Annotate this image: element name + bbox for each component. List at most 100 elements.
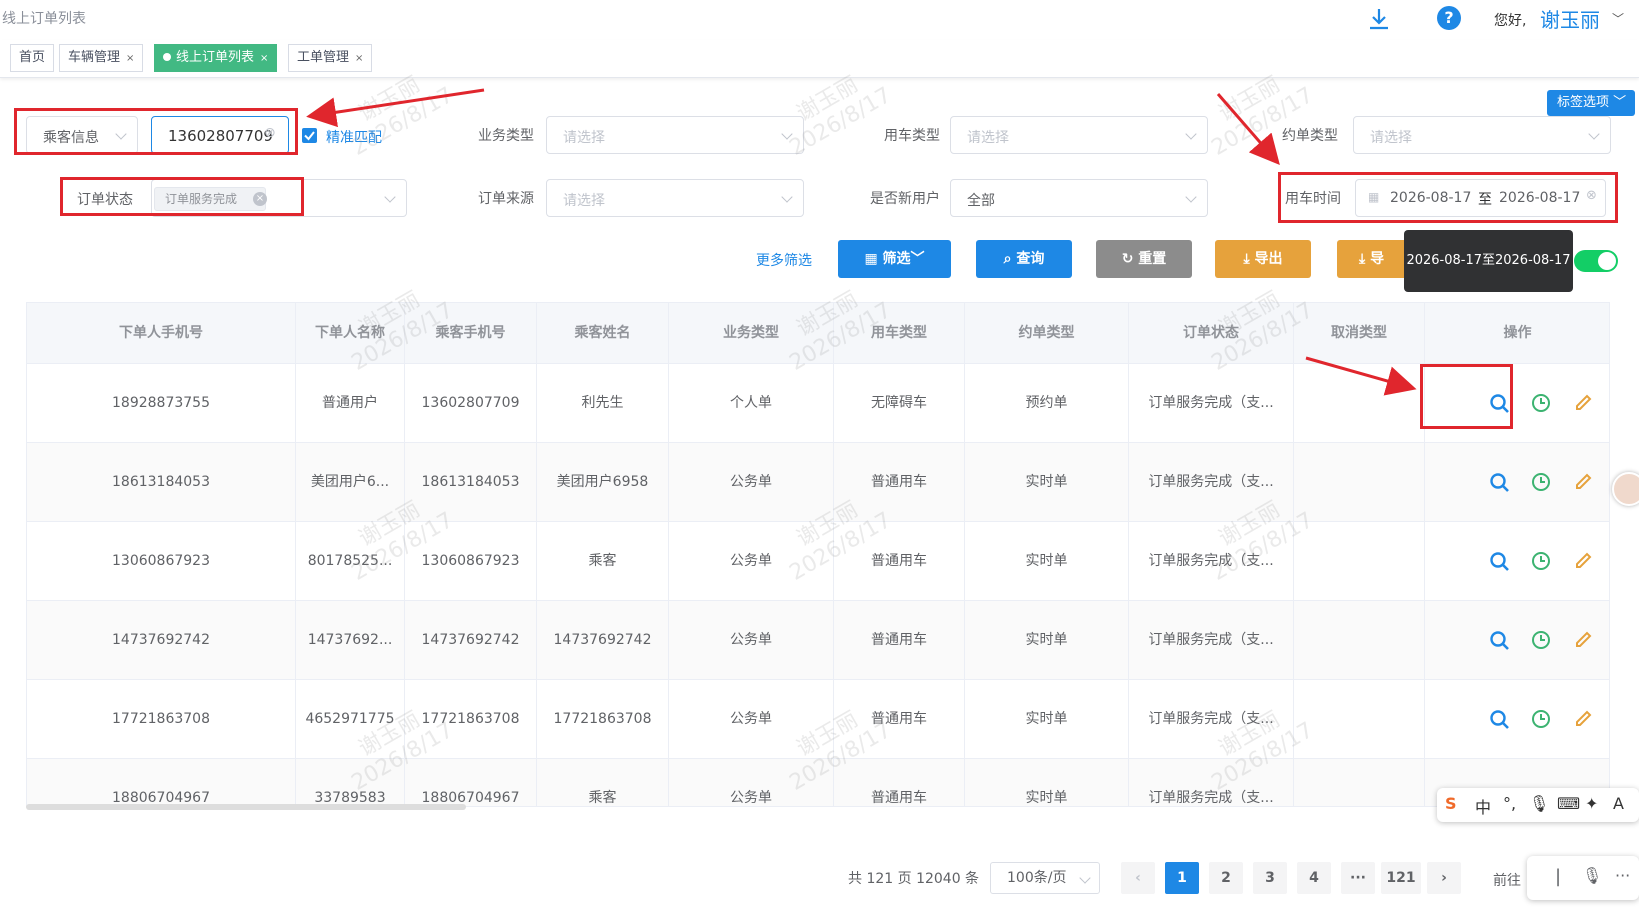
horizontal-scrollbar[interactable]	[26, 804, 466, 810]
search-icon[interactable]	[1488, 550, 1510, 572]
toggle-switch[interactable]	[1574, 250, 1618, 272]
column-header[interactable]: 业务类型	[669, 303, 834, 363]
exact-match-label[interactable]: 精准匹配	[326, 127, 382, 147]
table-row[interactable]: 18806704967 33789583 18806704967 乘客 公务单 普通用车实…	[27, 758, 1609, 806]
tab-label: 线上订单列表	[176, 50, 255, 65]
chevron-down-icon[interactable]: ﹀	[1612, 10, 1624, 27]
page-number-button[interactable]: 3	[1253, 862, 1287, 894]
more-filter-link[interactable]: 更多筛选	[756, 250, 812, 270]
page-number-button[interactable]: 1	[1165, 862, 1199, 894]
microphone-icon[interactable]: 🎙	[1582, 866, 1602, 885]
keyboard-icon[interactable]: ⌨	[1557, 794, 1580, 813]
more-icon[interactable]: ···	[1615, 866, 1630, 885]
filter-button[interactable]: ▦ 筛选﹀	[838, 240, 951, 278]
page-size-select[interactable]: 100条/页	[990, 862, 1100, 894]
select-placeholder: 请选择	[967, 130, 1009, 146]
refresh-icon: ↻	[1121, 251, 1134, 267]
next-page-button[interactable]: ›	[1427, 862, 1461, 894]
search-icon[interactable]	[1488, 629, 1510, 651]
more-icon[interactable]: A	[1613, 794, 1624, 813]
voice-input-bar[interactable]: | 🎙 ···	[1527, 856, 1639, 900]
business-type-select[interactable]: 请选择	[546, 116, 804, 154]
chevron-down-icon: ﹀	[1613, 95, 1627, 110]
column-header[interactable]: 乘客手机号	[405, 303, 537, 363]
clock-icon[interactable]	[1530, 471, 1552, 493]
close-icon[interactable]: ×	[260, 53, 268, 64]
column-header[interactable]: 下单人名称	[296, 303, 405, 363]
page-ellipsis[interactable]: ···	[1341, 862, 1375, 894]
close-icon[interactable]: ×	[355, 53, 363, 64]
prev-page-button[interactable]: ‹	[1121, 862, 1155, 894]
goto-label: 前往	[1493, 873, 1521, 889]
edit-icon[interactable]	[1572, 471, 1594, 493]
ime-toolbar[interactable]: S 中 °, 🎙 ⌨ ✦ A	[1437, 788, 1639, 822]
clock-icon[interactable]	[1530, 708, 1552, 730]
tab-vehicle[interactable]: 车辆管理 ×	[59, 44, 144, 72]
export-button[interactable]: ⤓ 导出	[1215, 240, 1311, 278]
tab-work-orders[interactable]: 工单管理 ×	[288, 44, 373, 72]
table-cell: 订单服务完成（支...	[1129, 759, 1294, 806]
assistant-avatar[interactable]	[1612, 472, 1639, 506]
grid-icon: ▦	[864, 251, 878, 267]
page-number-button[interactable]: 121	[1381, 862, 1421, 894]
table-row[interactable]: 18928873755 普通用户 13602807709 利先生 个人单 无障碍车 预约单订…	[27, 363, 1609, 443]
close-icon[interactable]: ×	[126, 53, 134, 64]
column-header[interactable]: 乘客姓名	[537, 303, 669, 363]
clock-icon[interactable]	[1530, 550, 1552, 572]
microphone-icon[interactable]: 🎙	[1529, 794, 1549, 813]
page-number-button[interactable]: 2	[1209, 862, 1243, 894]
tab-options-button[interactable]: 标签选项 ﹀	[1547, 90, 1635, 116]
table-header: 下单人手机号 下单人名称 乘客手机号 乘客姓名 业务类型 用车类型 约单类型 订…	[27, 303, 1609, 363]
row-actions	[1425, 443, 1609, 522]
edit-icon[interactable]	[1572, 550, 1594, 572]
table-cell: 普通用车	[834, 522, 965, 601]
table-cell	[1294, 601, 1425, 680]
booking-type-select[interactable]: 请选择	[1353, 116, 1611, 154]
table-row[interactable]: 14737692742 14737692... 14737692742 1473769…	[27, 600, 1609, 680]
ime-chinese-mode[interactable]: 中	[1475, 794, 1491, 818]
page-number-button[interactable]: 4	[1297, 862, 1331, 894]
button-label: 导出	[1254, 251, 1283, 267]
column-header[interactable]: 用车类型	[834, 303, 965, 363]
order-source-label: 订单来源	[478, 191, 534, 207]
help-icon[interactable]: ?	[1437, 6, 1461, 30]
table-cell: 公务单	[669, 680, 834, 759]
table-row[interactable]: 18613184053 美团用户6... 18613184053 美团用户6958 公务…	[27, 442, 1609, 522]
reset-button[interactable]: ↻ 重置	[1096, 240, 1192, 278]
edit-icon[interactable]	[1572, 708, 1594, 730]
ime-punct-mode[interactable]: °,	[1503, 794, 1516, 813]
annotation-box	[60, 177, 304, 216]
car-type-select[interactable]: 请选择	[950, 116, 1208, 154]
download-icon[interactable]	[1366, 6, 1392, 32]
table-cell: 14737692742	[405, 601, 537, 680]
skin-icon[interactable]: ✦	[1585, 794, 1598, 813]
select-placeholder: 请选择	[1370, 130, 1412, 146]
tab-online-orders[interactable]: 线上订单列表 ×	[154, 44, 278, 72]
search-icon[interactable]	[1488, 708, 1510, 730]
column-header[interactable]: 约单类型	[965, 303, 1129, 363]
search-icon[interactable]	[1488, 471, 1510, 493]
table-cell: 无障碍车	[834, 364, 965, 443]
tab-home[interactable]: 首页	[10, 44, 55, 72]
edit-icon[interactable]	[1572, 392, 1594, 414]
table-cell: 实时单	[965, 522, 1129, 601]
column-header[interactable]: 下单人手机号	[27, 303, 296, 363]
table-row[interactable]: 17721863708 4652971775 17721863708 17721863…	[27, 679, 1609, 759]
user-name[interactable]: 谢玉丽	[1540, 4, 1600, 33]
chevron-down-icon	[1079, 872, 1091, 884]
new-user-select[interactable]: 全部	[950, 179, 1208, 217]
column-header[interactable]: 取消类型	[1294, 303, 1425, 363]
export-all-button[interactable]: ⤓ 导	[1337, 240, 1407, 278]
search-icon: ⌕	[1003, 251, 1012, 267]
table-cell: 17721863708	[27, 680, 296, 759]
order-source-select[interactable]: 请选择	[546, 179, 804, 217]
column-header[interactable]: 订单状态	[1129, 303, 1294, 363]
greeting-text: 您好,	[1494, 13, 1527, 29]
clock-icon[interactable]	[1530, 629, 1552, 651]
exact-match-checkbox[interactable]	[302, 128, 317, 143]
clock-icon[interactable]	[1530, 392, 1552, 414]
table-row[interactable]: 13060867923 80178525... 13060867923 乘客 公务单 普通…	[27, 521, 1609, 601]
edit-icon[interactable]	[1572, 629, 1594, 651]
query-button[interactable]: ⌕ 查询	[976, 240, 1072, 278]
table-cell: 普通用车	[834, 680, 965, 759]
